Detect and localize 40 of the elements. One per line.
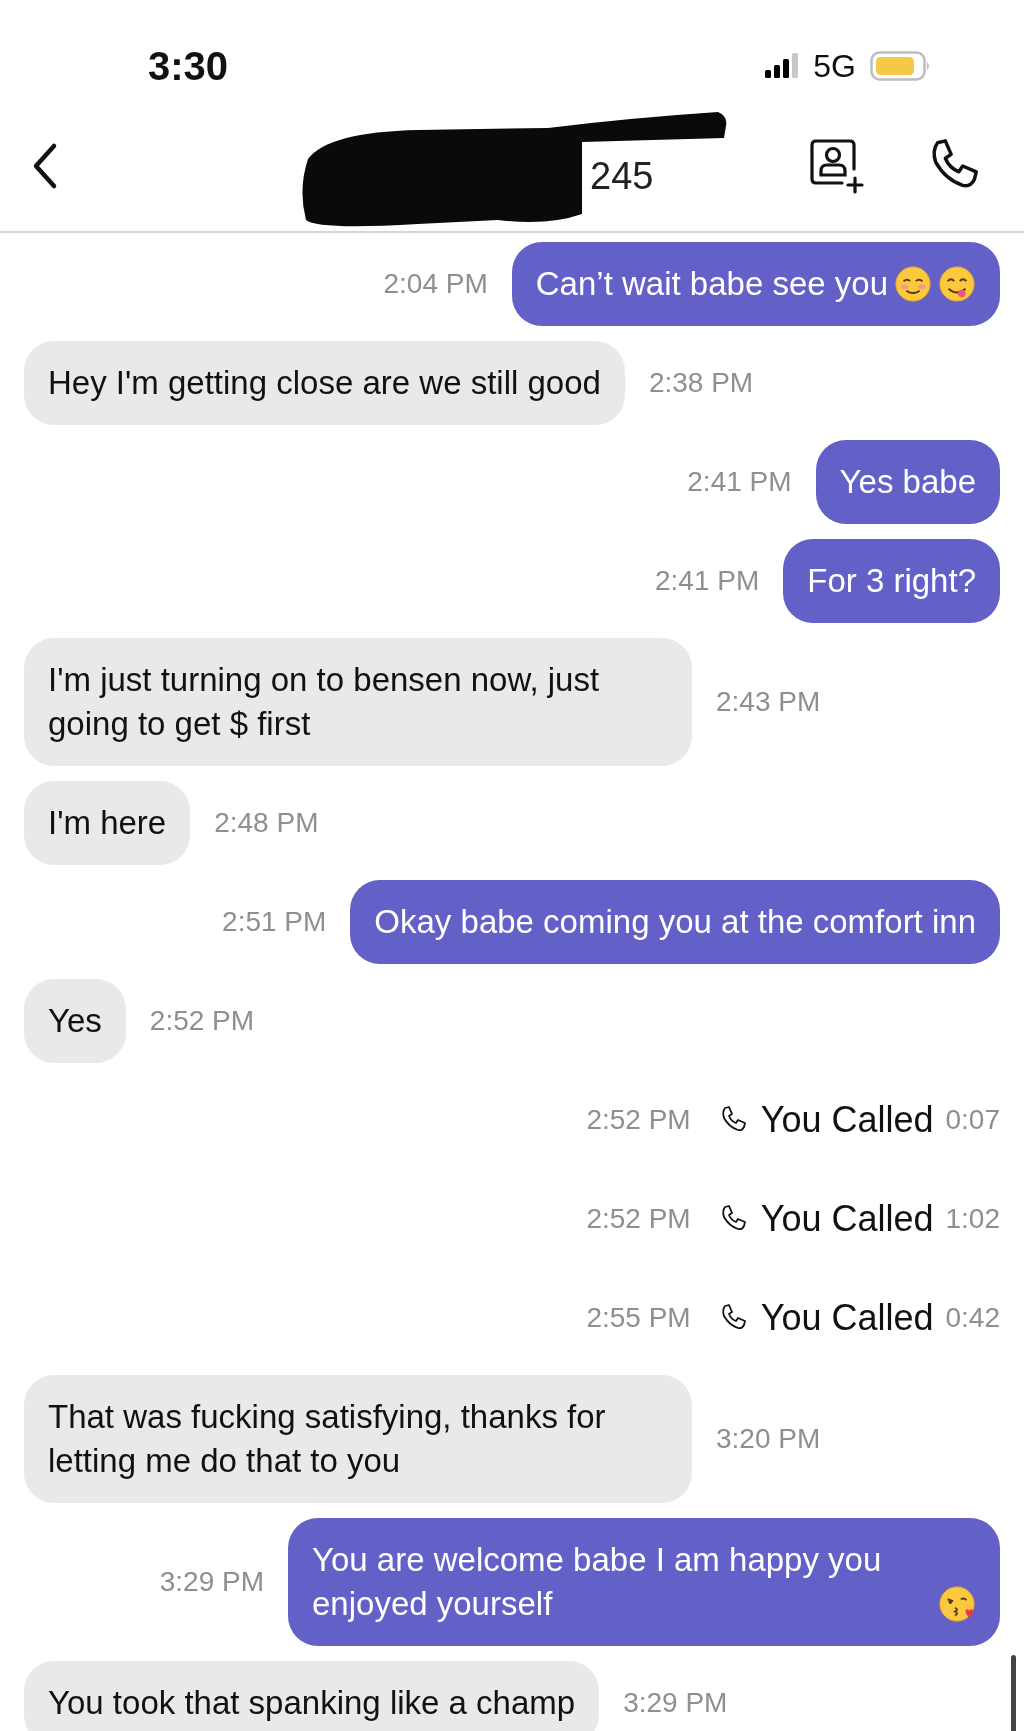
timestamp: 3:29 PM (159, 1566, 264, 1598)
timestamp: 3:20 PM (716, 1423, 821, 1455)
call-label: You Called (760, 1198, 934, 1240)
status-time: 3:30 (148, 43, 229, 89)
timestamp: 2:52 PM (586, 1104, 691, 1136)
call-duration: 0:42 (945, 1302, 1000, 1334)
timestamp: 2:04 PM (383, 268, 488, 300)
call-label: You Called (760, 1099, 934, 1141)
message-text: I'm just turning on to bensen now, just going to get $ first (48, 660, 601, 744)
tongue-out-face-icon (938, 265, 976, 303)
message-text: That was fucking satisfying, thanks for letting me do that to you (48, 1397, 607, 1481)
network-label: 5G (813, 47, 856, 85)
contact-name: 245 (590, 155, 654, 198)
message-text: Okay babe coming you at the comfort inn (374, 902, 976, 942)
blushing-face-icon (894, 265, 932, 303)
timestamp: 2:43 PM (716, 686, 821, 718)
message-text: Hey I'm getting close are we still good (48, 363, 601, 403)
timestamp: 2:38 PM (648, 367, 754, 399)
message-text: Yes (48, 1001, 102, 1041)
message-text: Can’t wait babe see you (535, 264, 888, 304)
kissing-face-icon (938, 1585, 976, 1623)
timestamp: 2:52 PM (586, 1203, 691, 1235)
call-duration: 1:02 (945, 1203, 1000, 1235)
battery-icon (870, 51, 932, 81)
add-contact-icon[interactable] (808, 136, 866, 195)
message-text: You are welcome babe I am happy you enjoyed yourself (312, 1540, 883, 1624)
message-text: You took that spanking like a champ (48, 1683, 576, 1723)
timestamp: 2:51 PM (222, 906, 327, 938)
timestamp: 2:48 PM (214, 807, 319, 839)
message-text: For 3 right? (807, 561, 976, 601)
timestamp: 3:29 PM (623, 1687, 728, 1719)
timestamp: 2:55 PM (586, 1302, 691, 1334)
timestamp: 2:41 PM (687, 466, 792, 498)
signal-icon (765, 53, 800, 79)
timestamp: 2:41 PM (654, 565, 760, 597)
message-text: Yes babe (839, 462, 976, 502)
timestamp: 2:52 PM (149, 1005, 255, 1037)
call-duration: 0:07 (945, 1104, 1000, 1136)
call-label: You Called (760, 1297, 934, 1339)
message-text: I'm here (48, 803, 167, 843)
